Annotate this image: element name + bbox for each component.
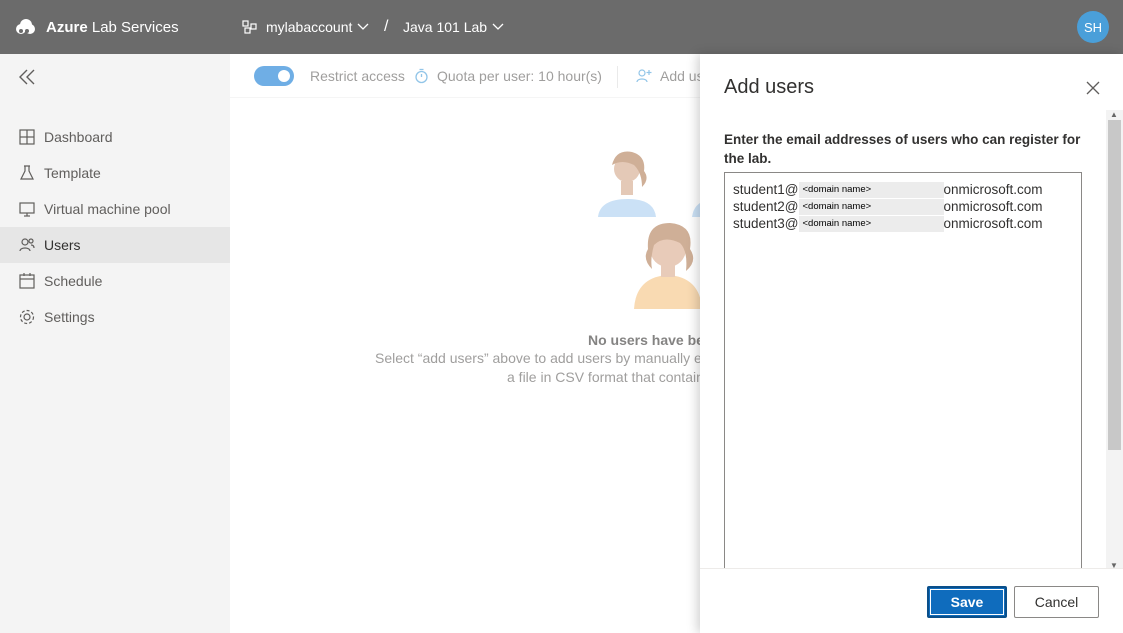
breadcrumb-account[interactable]: mylabaccount (242, 0, 377, 54)
dashboard-icon (19, 129, 35, 145)
scroll-thumb[interactable] (1108, 120, 1121, 450)
monitor-icon (19, 202, 35, 217)
close-button[interactable] (1086, 81, 1100, 95)
sidebar-item-virtual-machine-pool[interactable]: Virtual machine pool (0, 191, 230, 227)
users-icon (19, 238, 35, 252)
sidebar: Dashboard Template Virtual machine pool … (0, 54, 230, 633)
redacted-domain: <domain name> (798, 198, 944, 215)
email-line: student2@ <domain name> onmicrosoft.com (733, 198, 1043, 215)
sidebar-item-schedule[interactable]: Schedule (0, 263, 230, 299)
close-icon (1086, 81, 1100, 95)
double-chevron-left-icon (19, 69, 35, 85)
sidebar-item-label: Settings (44, 309, 95, 325)
sidebar-item-label: Virtual machine pool (44, 201, 171, 217)
sidebar-item-label: Schedule (44, 273, 103, 289)
brand-name: Azure Lab Services (46, 18, 179, 36)
save-button[interactable]: Save (927, 586, 1007, 618)
sidebar-item-users[interactable]: Users (0, 227, 230, 263)
panel-description: Enter the email addresses of users who c… (724, 132, 1081, 166)
email-line: student3@ <domain name> onmicrosoft.com (733, 215, 1043, 232)
flask-icon (20, 165, 34, 180)
cancel-button[interactable]: Cancel (1014, 586, 1099, 618)
sidebar-item-dashboard[interactable]: Dashboard (0, 119, 230, 155)
breadcrumb-lab[interactable]: Java 101 Lab (403, 0, 504, 54)
panel-footer: Save Cancel (700, 568, 1123, 633)
brand[interactable]: Azure Lab Services (14, 0, 179, 54)
add-users-panel: Add users Enter the email addresses of u… (700, 54, 1123, 633)
sidebar-item-template[interactable]: Template (0, 155, 230, 191)
panel-scrollbar[interactable]: ▲ ▼ (1106, 110, 1123, 570)
scroll-up-icon[interactable]: ▲ (1110, 110, 1118, 119)
email-addresses-textarea[interactable]: student1@ <domain name> onmicrosoft.com st… (724, 172, 1082, 572)
redacted-domain: <domain name> (798, 181, 944, 198)
chevron-down-icon (492, 23, 504, 30)
avatar[interactable]: SH (1077, 11, 1109, 43)
lab-account-icon (242, 20, 257, 34)
email-line: student1@ <domain name> onmicrosoft.com (733, 181, 1043, 198)
breadcrumb-separator: / (384, 18, 389, 35)
sidebar-item-label: Dashboard (44, 129, 113, 145)
modal-overlay[interactable] (230, 54, 700, 633)
sidebar-item-label: Users (44, 237, 81, 253)
sidebar-item-settings[interactable]: Settings (0, 299, 230, 335)
azure-cloud-icon (16, 19, 35, 34)
redacted-domain: <domain name> (798, 215, 944, 232)
calendar-icon (19, 273, 35, 289)
panel-title: Add users (724, 76, 815, 98)
sidebar-item-label: Template (44, 165, 101, 181)
top-bar: Azure Lab Services mylabaccount / Java 1… (0, 0, 1123, 54)
chevron-down-icon (357, 23, 369, 30)
sidebar-nav: Dashboard Template Virtual machine pool … (0, 119, 230, 335)
collapse-sidebar-button[interactable] (18, 66, 40, 88)
gear-icon (19, 309, 35, 325)
